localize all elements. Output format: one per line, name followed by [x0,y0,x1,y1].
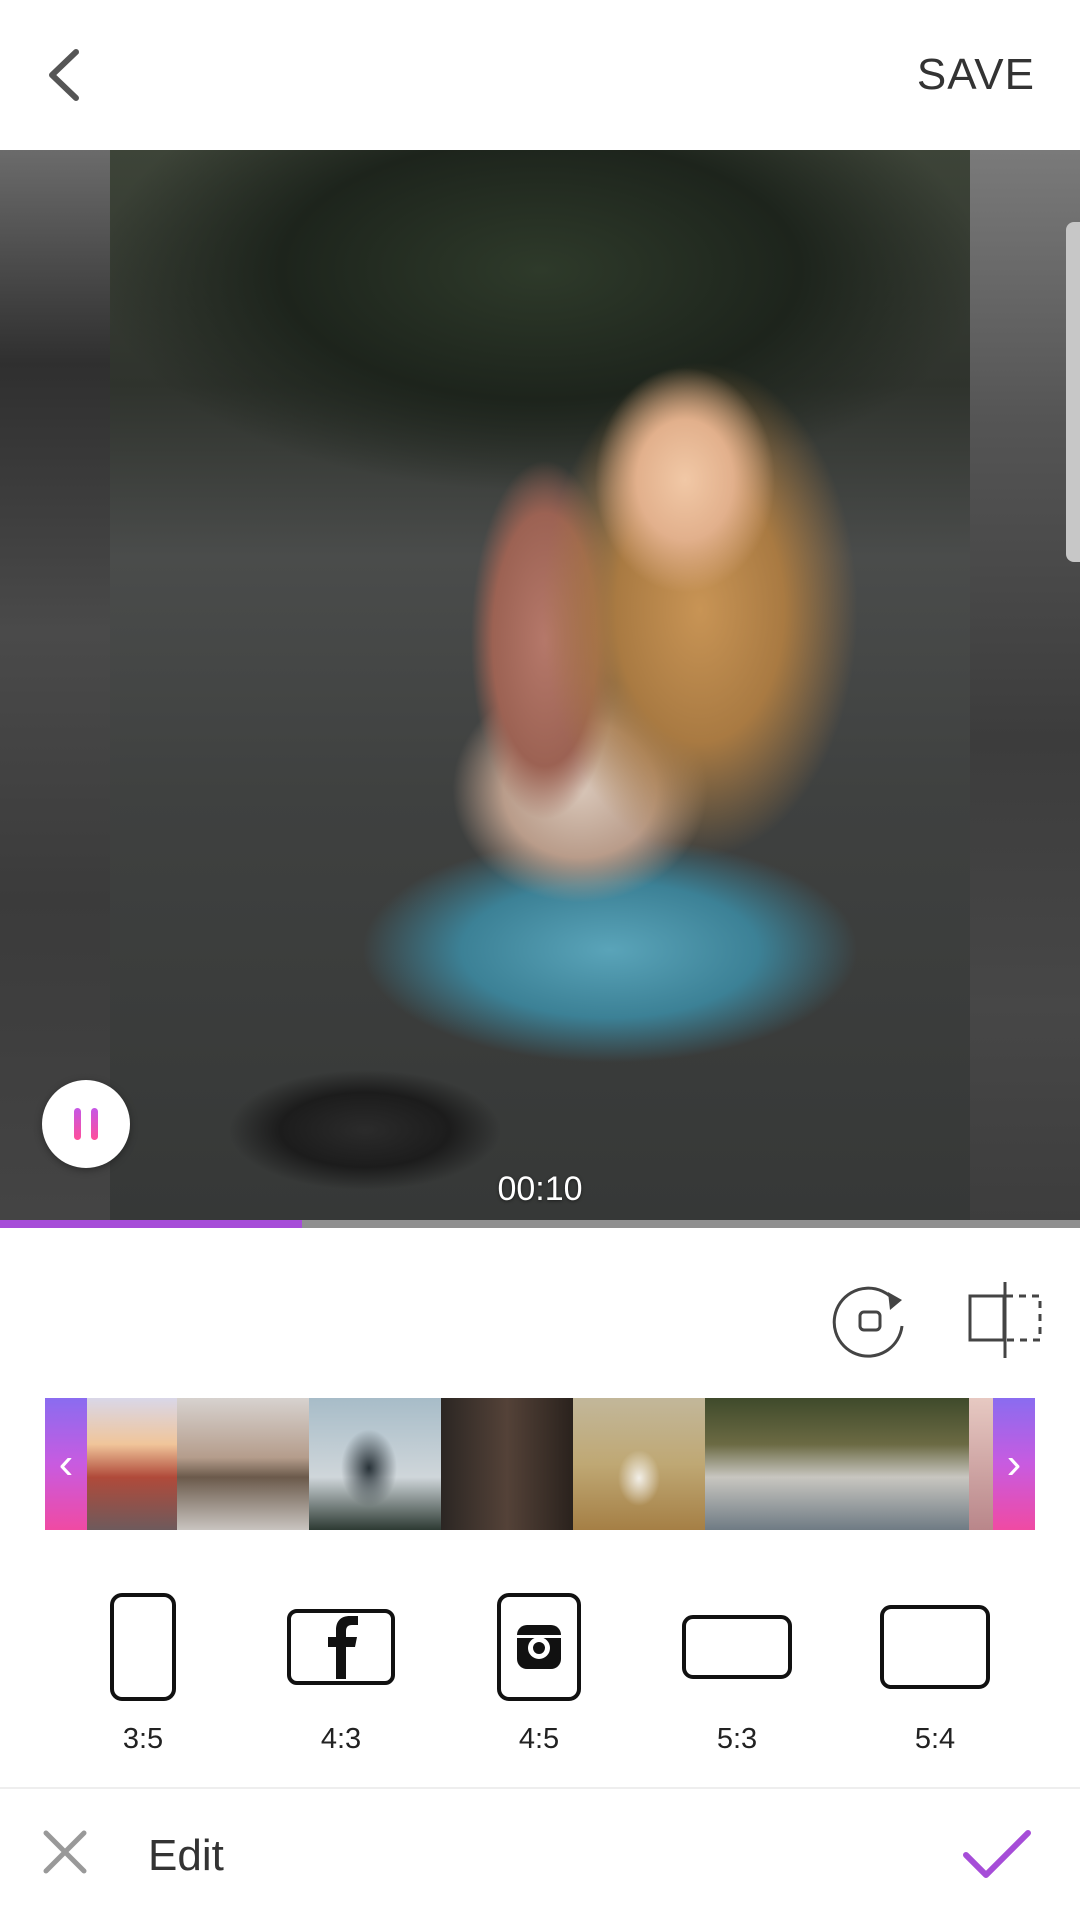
playback-time: 00:10 [497,1170,583,1208]
rotate-icon [832,1286,904,1358]
close-icon [43,1830,87,1874]
landscape-frame-icon [682,1615,792,1679]
playback-progress[interactable] [0,1220,1080,1228]
strip-next-button[interactable]: › [993,1398,1035,1530]
thumbnail[interactable] [441,1398,573,1530]
aspect-ratio-options: 3:5 4:3 4:5 5:3 5:4 [0,1585,1080,1765]
mirror-split-icon [968,1282,1042,1358]
thumbnail[interactable] [309,1398,441,1530]
ratio-option-4-3[interactable]: 4:3 [251,1585,431,1755]
thumbnail[interactable] [177,1398,309,1530]
facebook-frame-icon [287,1609,395,1685]
rotate-button[interactable] [828,1278,912,1362]
ratio-option-5-3[interactable]: 5:3 [647,1585,827,1755]
chevron-left-icon [49,49,79,101]
scroll-indicator[interactable] [1066,222,1080,562]
ratio-label: 4:5 [518,1723,560,1755]
progress-fill [0,1220,303,1228]
video-preview[interactable]: 00:10 [0,150,1080,1220]
thumbnail[interactable] [573,1398,705,1530]
ratio-option-3-5[interactable]: 3:5 [53,1585,233,1755]
thumbnail[interactable] [87,1398,177,1530]
ratio-label: 3:5 [122,1723,164,1755]
ratio-label: 5:3 [716,1723,758,1755]
close-button[interactable] [40,1827,90,1877]
chevron-left-icon: ‹ [58,1439,74,1488]
clip-strip: ‹ › [45,1398,1035,1530]
pause-button[interactable] [42,1080,130,1168]
ratio-label: 5:4 [914,1723,956,1755]
top-bar: SAVE [0,0,1080,150]
landscape-frame-icon [880,1605,990,1689]
portrait-frame-icon [110,1593,176,1701]
blurred-background-left [0,150,110,1220]
ratio-label: 4:3 [320,1723,362,1755]
panel-title: Edit [148,1831,224,1880]
strip-prev-button[interactable]: ‹ [45,1398,87,1530]
bottom-bar: Edit [0,1789,1080,1920]
check-icon [963,1830,1031,1878]
blurred-background-right [970,150,1080,1220]
instagram-frame-icon [497,1593,581,1701]
mirror-button[interactable] [966,1278,1046,1362]
chevron-right-icon: › [1006,1439,1022,1488]
ratio-option-5-4[interactable]: 5:4 [845,1585,1025,1755]
thumbnail[interactable] [837,1398,969,1530]
confirm-button[interactable] [960,1825,1034,1885]
save-button[interactable]: SAVE [917,50,1035,100]
preview-photo [110,150,970,1220]
thumbnail[interactable] [705,1398,837,1530]
back-button[interactable] [36,40,96,110]
ratio-option-4-5[interactable]: 4:5 [449,1585,629,1755]
